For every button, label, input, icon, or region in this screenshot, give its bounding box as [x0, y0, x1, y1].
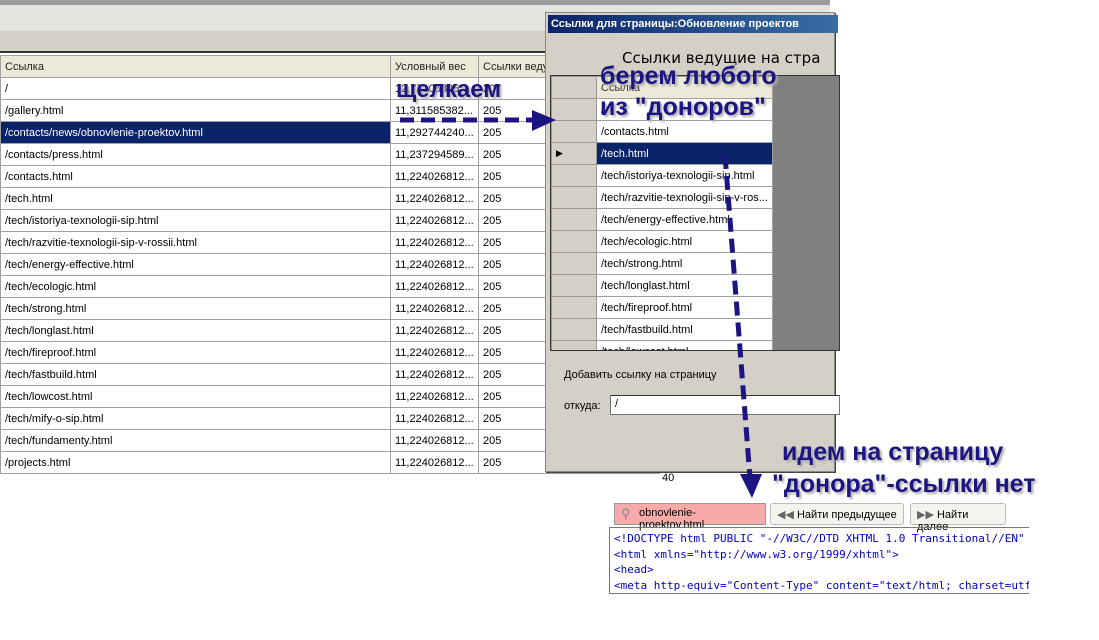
annotation-take-1: берем любого — [600, 62, 777, 90]
partial-cell-value: 40 — [662, 472, 675, 484]
annotation-go-2: "донора"-ссылки нет — [772, 470, 1036, 498]
annotation-click: щелкаем — [396, 76, 501, 103]
annotation-arrows — [400, 110, 762, 498]
arrowhead-go — [740, 474, 762, 498]
annotation-go-1: идем на страницу — [782, 438, 1004, 466]
annotation-take-2: из "доноров" — [600, 93, 766, 121]
arrowhead-click — [532, 110, 556, 131]
arrow-go — [722, 154, 753, 479]
